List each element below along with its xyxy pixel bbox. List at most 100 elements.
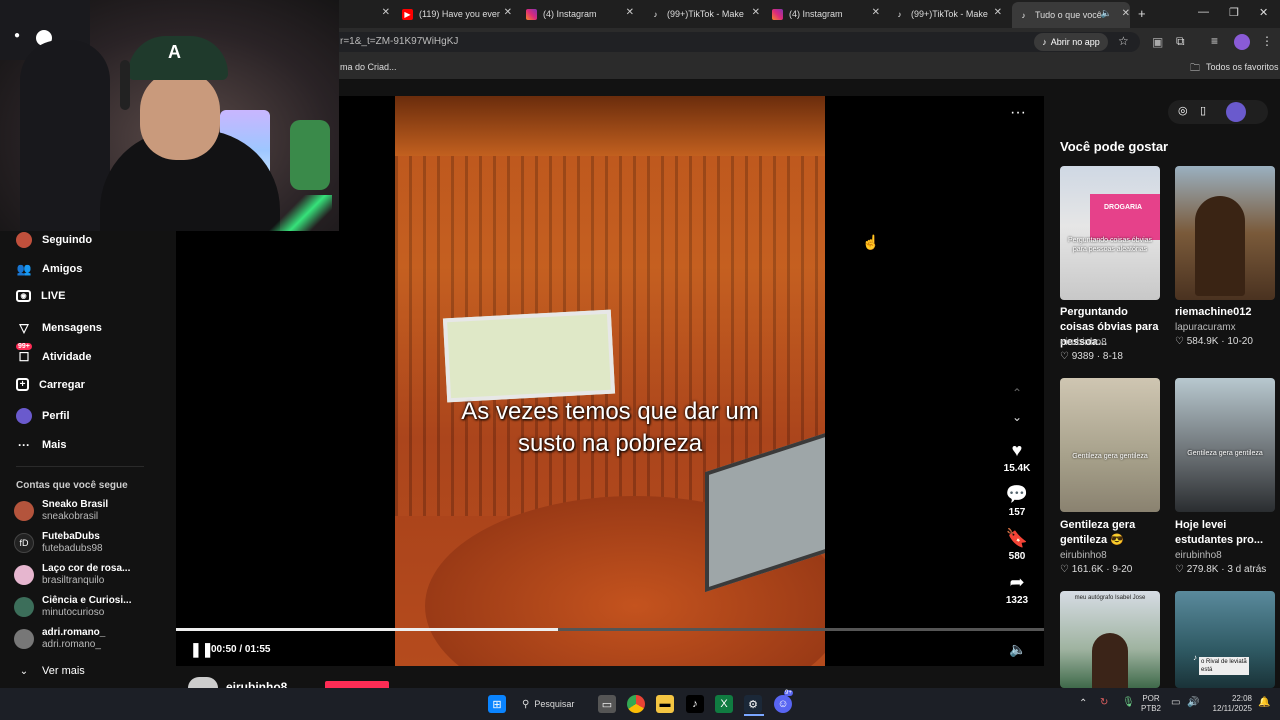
following-heading: Contas que você segue [16,480,128,491]
save-button[interactable]: 🔖 580 [1000,529,1034,562]
sidebar-item-friends[interactable]: 👥 Amigos [16,261,83,277]
network-icon[interactable]: ▭ [1171,697,1180,708]
taskbar-search[interactable]: ⚲ Pesquisar [522,695,574,713]
avatar[interactable] [188,677,218,688]
card-author[interactable]: eirubinho8 [1060,337,1107,348]
browser-tab[interactable]: ▶ (119) Have you ever ✕ [402,4,512,24]
thumbnail-overlay-text: Perguntando coisas óbvias para pessoas a… [1067,237,1153,253]
dot-icon: ● [14,30,21,41]
author-name[interactable]: eirubinho8 [226,680,287,688]
all-bookmarks-folder[interactable]: Todos os favoritos [1206,62,1279,72]
browser-tab-active[interactable]: ♪ Tudo o que você 🔈 ✕ [1012,2,1130,28]
close-tab-icon[interactable]: ✕ [626,7,634,18]
extension-icon[interactable]: ▣ [1152,35,1163,49]
video-thumbnail[interactable] [1175,166,1275,300]
close-tab-icon[interactable]: ✕ [382,7,390,18]
sidebar-item-upload[interactable]: + Carregar [16,378,85,391]
close-tab-icon[interactable]: ✕ [504,7,512,18]
chevron-up-icon[interactable]: ⌃ [1079,698,1087,709]
card-author[interactable]: eirubinho8 [1175,550,1222,561]
more-options-icon[interactable]: ··· [1010,104,1026,122]
browser-tab[interactable]: (4) Instagram ✕ [526,4,634,24]
excel-icon[interactable]: X [715,695,733,713]
windows-start-icon[interactable]: ⊞ [488,695,506,713]
browser-tab[interactable]: ♪ (99+)TikTok - Make ✕ [894,4,1003,24]
minimize-icon[interactable]: — [1198,6,1209,18]
phone-icon[interactable]: ▯ [1200,104,1206,117]
url-text: r=1&_t=ZM-91K97WiHgKJ [340,36,459,47]
video-thumbnail[interactable]: Gentileza gera gentileza [1060,378,1160,512]
avatar[interactable] [1226,102,1246,122]
close-tab-icon[interactable]: ✕ [1122,8,1130,19]
volume-icon[interactable]: 🔊 [1187,697,1199,708]
address-bar[interactable]: r=1&_t=ZM-91K97WiHgKJ ♪ Abrir no app ☆ [300,32,1140,52]
browser-tab[interactable]: (4) Instagram ✕ [772,4,880,24]
clock[interactable]: 22:08 12/11/2025 [1206,694,1252,714]
pause-icon[interactable]: ❚❚ [190,641,213,658]
sidebar-item-live[interactable]: ◉ LIVE [16,290,65,302]
like-button[interactable]: ♥ 15.4K [1000,441,1034,474]
chrome-icon[interactable] [627,695,645,713]
follow-button[interactable] [325,681,389,688]
followed-account[interactable]: Laço cor de rosa... brasiltranquilo [14,563,130,587]
card-author[interactable]: eirubinho8 [1060,550,1107,561]
video-thumbnail[interactable]: Gentileza gera gentileza [1175,378,1275,512]
cap-logo-icon: A [168,42,181,62]
wall-screen [442,309,616,403]
restore-icon[interactable]: ❐ [1229,6,1239,19]
video-thumbnail[interactable]: DROGARIA Perguntando coisas óbvias para … [1060,166,1160,300]
chevron-down-icon[interactable]: ⌄ [1012,410,1022,424]
bookmark-item[interactable]: ma do Criad... [340,62,397,72]
close-window-icon[interactable]: ✕ [1259,6,1268,19]
kebab-menu-icon[interactable]: ⋮ [1261,34,1273,48]
followed-account[interactable]: fD FutebaDubs futebadubs98 [14,531,103,555]
sidebar-item-profile[interactable]: Perfil [16,408,70,424]
browser-tab[interactable]: ✕ [340,4,390,24]
video-thumbnail[interactable]: o Rival de leviatã está ♪ [1175,591,1275,688]
followed-account[interactable]: Sneako Brasil sneakobrasil [14,499,108,523]
close-tab-icon[interactable]: ✕ [752,7,760,18]
sidebar-item-following[interactable]: Seguindo [16,232,92,248]
open-in-app-button[interactable]: ♪ Abrir no app [1034,33,1108,51]
language-indicator[interactable]: POR PTB2 [1141,694,1161,714]
card-title[interactable]: riemachine012 [1175,305,1279,320]
puzzle-icon[interactable]: ⧉ [1176,34,1185,49]
comment-button[interactable]: 💬 157 [1000,485,1034,518]
dashboard-icon[interactable]: ◎ [1178,104,1188,117]
tiktok-icon[interactable]: ♪ [686,695,704,713]
sidebar-item-messages[interactable]: ▽ Mensagens [16,320,102,336]
media-control-icon[interactable]: ≡ [1211,34,1218,48]
close-tab-icon[interactable]: ✕ [872,7,880,18]
discord-icon[interactable]: ☺ 9+ [774,690,793,713]
figurine [290,120,330,190]
card-author[interactable]: lapuracuramx [1175,322,1236,333]
card-title[interactable]: Gentileza gera gentileza 😎 [1060,518,1164,548]
profile-avatar[interactable] [1234,34,1250,50]
speaker-icon[interactable]: 🔈 [1101,8,1112,19]
gaming-chair [20,40,110,231]
sidebar-item-activity[interactable]: ☐ 99+ Atividade [16,343,92,365]
tray-app-icon[interactable]: ↻ [1100,697,1108,708]
notification-icon[interactable]: 🔔 [1258,697,1270,708]
share-button[interactable]: ➦ 1323 [1000,573,1034,606]
star-icon[interactable]: ☆ [1118,34,1129,48]
close-tab-icon[interactable]: ✕ [994,7,1002,18]
followed-account[interactable]: adri.romano_ adri.romano_ [14,627,105,651]
chevron-up-icon[interactable]: ⌃ [1012,386,1022,400]
see-more-link[interactable]: ⌄ Ver mais [16,663,85,679]
sidebar-item-more[interactable]: ··· Mais [16,437,66,453]
microphone-icon[interactable]: 🎙 [1122,697,1135,708]
task-view-icon[interactable]: ▭ [598,695,616,713]
followed-account[interactable]: Ciência e Curiosi... minutocurioso [14,595,131,619]
card-title[interactable]: Hoje levei estudantes pro... [1175,518,1279,548]
active-indicator [744,714,764,716]
steam-icon[interactable]: ⚙ [744,695,762,713]
file-explorer-icon[interactable]: ▬ [656,695,674,713]
video-frame[interactable]: As vezes temos que dar um susto na pobre… [395,96,825,666]
new-tab-icon[interactable]: + [1138,6,1146,21]
folder-icon: 🗀 [1190,63,1200,74]
friends-icon: 👥 [16,262,32,276]
volume-icon[interactable]: 🔈 [1009,641,1026,658]
browser-tab[interactable]: ♪ (99+)TikTok - Make ✕ [650,4,761,24]
video-thumbnail[interactable]: meu autógrafo Isabel Jose [1060,591,1160,688]
